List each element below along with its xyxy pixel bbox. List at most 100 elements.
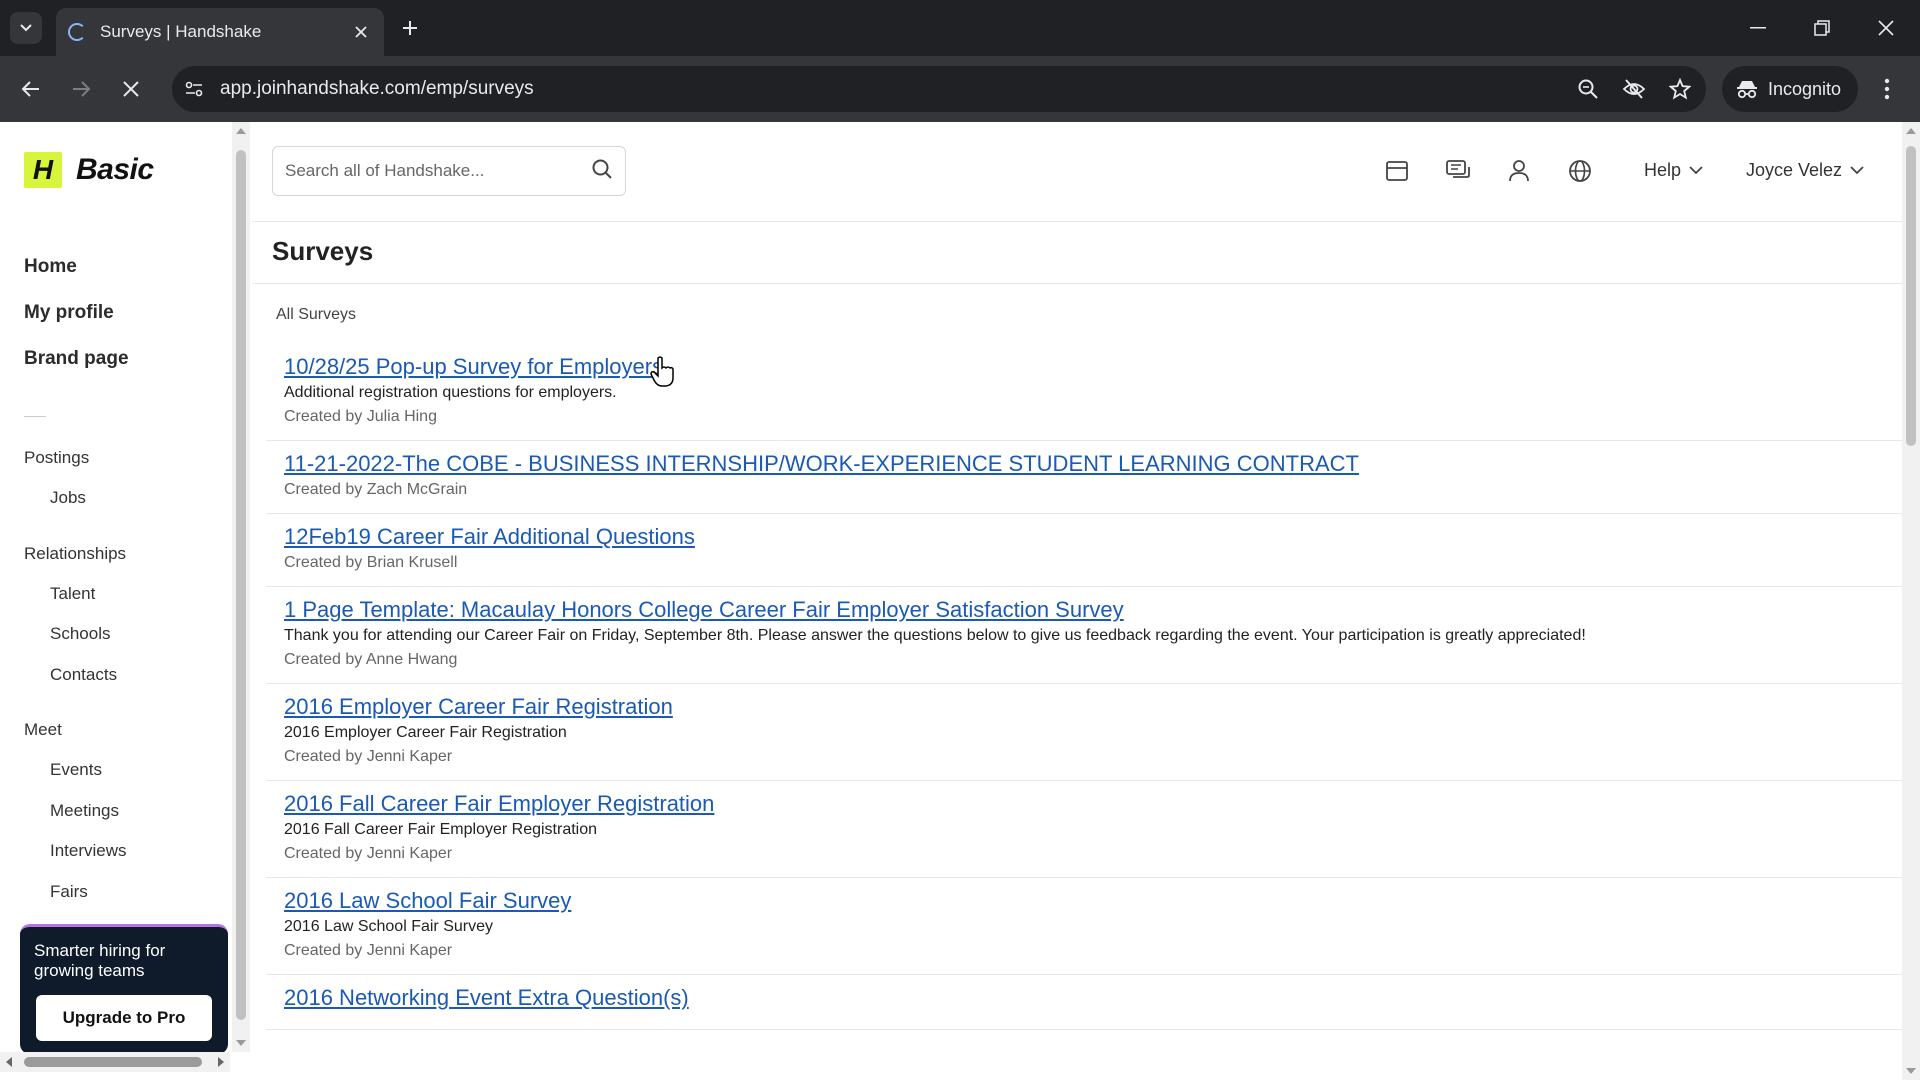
survey-item: 12Feb19 Career Fair Additional Questions… [266,514,1902,587]
help-label: Help [1644,160,1682,180]
survey-created-by: Created by Jenni Kaper [284,942,453,959]
sidebar-group-relationships: Relationships [24,544,127,563]
survey-description: Additional registration questions for em… [284,384,617,401]
global-search[interactable] [272,146,626,196]
more-vertical-icon [1884,78,1890,100]
restore-window-button[interactable] [1804,10,1840,46]
sidebar-item-fairs[interactable]: Fairs [50,882,88,902]
scroll-up-icon[interactable] [1906,128,1916,134]
user-name: Joyce Velez [1746,160,1843,180]
user-icon[interactable] [1502,154,1536,188]
survey-title-link[interactable]: 2016 Fall Career Fair Employer Registrat… [284,791,714,817]
promo-text: Smarter hiring for growing teams [34,941,166,980]
survey-created-by: Created by Jenni Kaper [284,748,453,765]
arrow-right-icon [73,81,91,97]
survey-title-link[interactable]: 2016 Employer Career Fair Registration [284,694,673,720]
sidebar-item-home[interactable]: Home [24,256,77,278]
star-icon[interactable] [1660,69,1700,109]
messages-icon[interactable] [1441,154,1475,188]
survey-title-link[interactable]: 1 Page Template: Macaulay Honors College… [284,597,1124,623]
handshake-logo[interactable]: H Basic [24,152,154,188]
sidebar-item-events[interactable]: Events [50,760,102,780]
plus-icon [403,21,417,35]
survey-description: 2016 Employer Career Fair Registration [284,724,567,741]
close-icon [123,81,139,97]
survey-created-by: Created by Jenni Kaper [284,845,453,862]
close-window-button[interactable] [1868,10,1904,46]
scrollbar-thumb[interactable] [1906,146,1916,446]
scroll-right-icon[interactable] [218,1057,224,1067]
sidebar-horizontal-scrollbar[interactable] [0,1052,230,1072]
sidebar-item-jobs[interactable]: Jobs [50,488,86,508]
survey-title-link[interactable]: 2016 Law School Fair Survey [284,888,571,914]
logo-mark: H [24,152,62,188]
tab-close-icon[interactable] [350,21,372,43]
survey-item: 11-21-2022-The COBE - BUSINESS INTERNSHI… [266,441,1902,514]
sidebar-divider [24,416,46,417]
sidebar-item-brand-page[interactable]: Brand page [24,348,129,370]
page-header: Surveys [252,222,1902,284]
page: H Basic Home My profile Brand page Posti… [0,122,1920,1080]
sidebar-item-schools[interactable]: Schools [50,624,110,644]
minimize-window-button[interactable] [1740,10,1776,46]
sidebar-item-my-profile[interactable]: My profile [24,302,114,324]
sidebar-item-interviews[interactable]: Interviews [50,841,127,861]
survey-created-by: Created by Brian Krusell [284,554,458,571]
survey-created-by: Created by Anne Hwang [284,651,458,668]
sidebar: H Basic Home My profile Brand page Posti… [0,122,230,1080]
tab-search-button[interactable] [10,12,42,44]
sidebar-vertical-scrollbar[interactable] [232,122,250,1052]
survey-created-by: Created by Zach McGrain [284,481,468,498]
main-vertical-scrollbar[interactable] [1902,122,1920,1080]
survey-title-link[interactable]: 12Feb19 Career Fair Additional Questions [284,524,695,550]
back-button[interactable] [14,72,48,106]
survey-item: 2016 Fall Career Fair Employer Registrat… [266,781,1902,878]
forward-button[interactable] [64,72,98,106]
loading-spinner-icon [68,23,86,41]
chevron-down-icon [1689,166,1703,175]
new-tab-button[interactable] [396,14,424,42]
incognito-icon [1737,81,1757,99]
upgrade-to-pro-button[interactable]: Upgrade to Pro [36,995,212,1041]
survey-item: 10/28/25 Pop-up Survey for Employers Add… [266,344,1902,441]
search-icon[interactable] [591,158,613,185]
main-content: Help Joyce Velez Surveys All Surveys 10/… [252,122,1902,1080]
survey-title-link[interactable]: 2016 Networking Event Extra Question(s) [284,985,689,1011]
browser-menu-button[interactable] [1870,72,1904,106]
scroll-down-icon[interactable] [236,1040,246,1046]
eye-off-icon[interactable] [1614,69,1654,109]
survey-list: 10/28/25 Pop-up Survey for Employers Add… [266,344,1902,1030]
sidebar-group-meet: Meet [24,720,62,739]
top-navigation-bar: Help Joyce Velez [252,122,1902,222]
sidebar-item-contacts[interactable]: Contacts [50,665,117,685]
scroll-left-icon[interactable] [6,1057,12,1067]
help-menu[interactable]: Help [1644,160,1703,181]
survey-item: 1 Page Template: Macaulay Honors College… [266,587,1902,684]
site-info-icon[interactable] [176,71,212,107]
survey-created-by: Created by Julia Hing [284,408,437,425]
sidebar-item-talent[interactable]: Talent [50,584,95,604]
calendar-icon[interactable] [1380,154,1414,188]
browser-tab[interactable]: Surveys | Handshake [56,8,384,56]
globe-icon[interactable] [1563,154,1597,188]
upgrade-promo-card: Smarter hiring for growing teams Upgrade… [20,924,228,1054]
survey-item: 2016 Networking Event Extra Question(s) [266,975,1902,1030]
address-bar[interactable]: app.joinhandshake.com/emp/surveys [172,66,1706,112]
sidebar-item-meetings[interactable]: Meetings [50,801,119,821]
scroll-down-icon[interactable] [1906,1068,1916,1074]
stop-loading-button[interactable] [114,72,148,106]
survey-description: 2016 Law School Fair Survey [284,918,493,935]
user-menu[interactable]: Joyce Velez [1746,160,1864,181]
search-input[interactable] [285,161,591,181]
scroll-up-icon[interactable] [236,128,246,134]
scrollbar-thumb[interactable] [236,150,246,1020]
scrollbar-thumb[interactable] [24,1057,202,1067]
zoom-icon[interactable] [1568,69,1608,109]
survey-title-link[interactable]: 10/28/25 Pop-up Survey for Employers [284,354,663,380]
incognito-indicator[interactable]: Incognito [1722,66,1858,112]
section-label: All Surveys [276,306,357,323]
hand-pointer-cursor-icon [650,356,674,387]
survey-title-link[interactable]: 11-21-2022-The COBE - BUSINESS INTERNSHI… [284,451,1359,477]
url-text[interactable]: app.joinhandshake.com/emp/surveys [220,78,1568,100]
plan-label: Basic [76,153,154,186]
